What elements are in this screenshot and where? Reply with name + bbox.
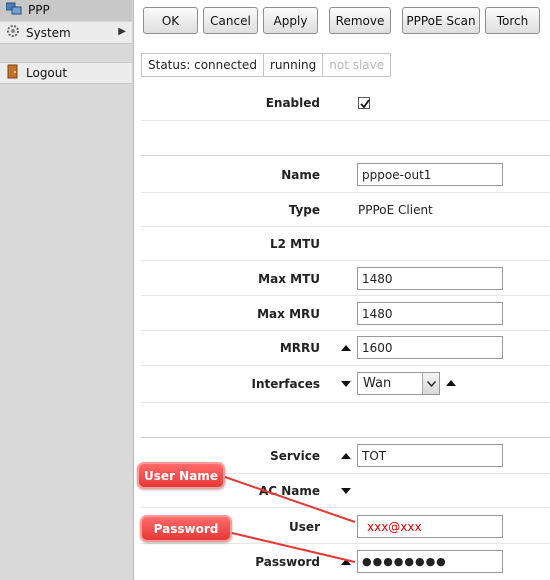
user-name-callout: User Name [137, 462, 225, 489]
annotation-lines [224, 476, 356, 563]
password-pointer-line [231, 532, 356, 563]
user-name-pointer-line [224, 476, 356, 523]
password-callout: Password [140, 515, 232, 542]
